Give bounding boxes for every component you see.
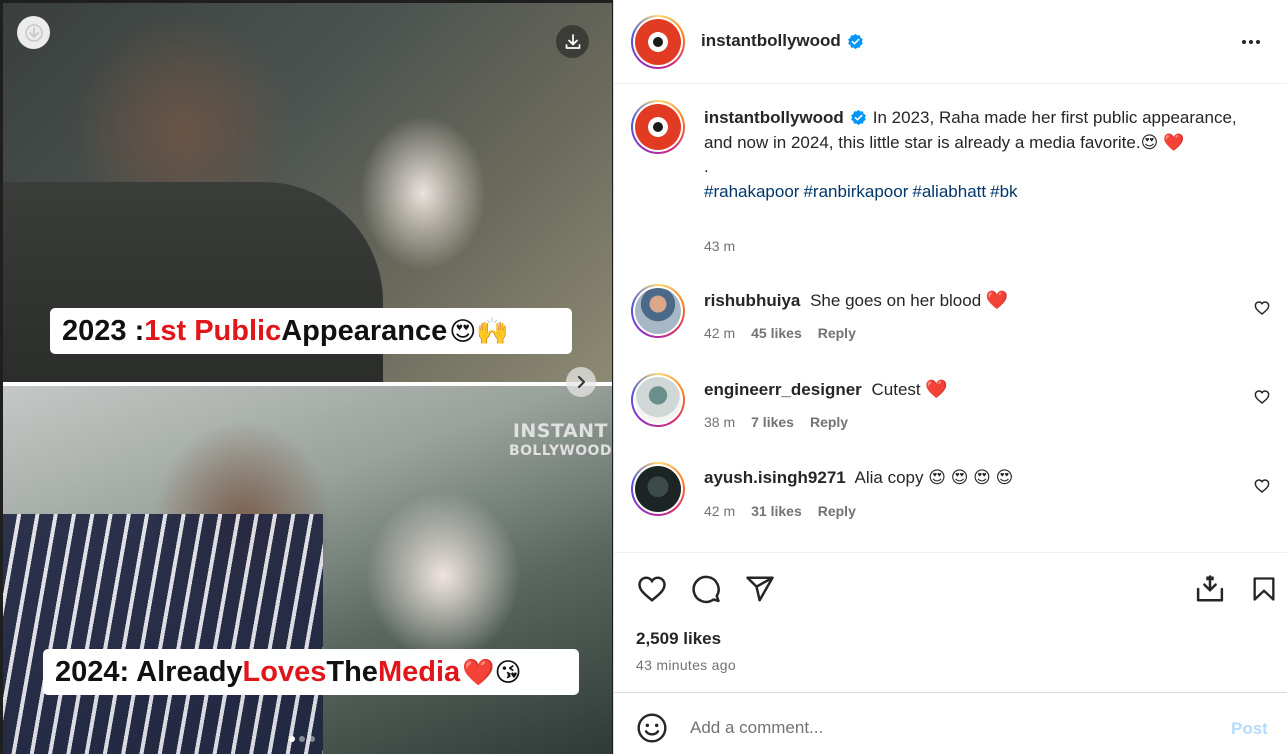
like-comment-heart-icon[interactable] <box>1254 300 1270 316</box>
comment-likes[interactable]: 45 likes <box>751 325 802 341</box>
caption-avatar[interactable] <box>631 100 685 154</box>
download-button[interactable] <box>556 25 589 58</box>
comment-item: rishubhuiya She goes on her blood ❤️ 42 … <box>614 284 1287 354</box>
verified-badge-icon <box>847 33 863 49</box>
comment-body: engineerr_designer Cutest ❤️ <box>704 379 948 400</box>
commenter-avatar[interactable] <box>631 462 685 516</box>
hashtag-link[interactable]: #ranbirkapoor <box>803 182 908 201</box>
heart-icon <box>638 576 666 602</box>
comment-emoji: 😍 😍 😍 😍 <box>928 468 1014 487</box>
username-link[interactable]: instantbollywood <box>701 31 841 51</box>
caption-emoji: ❤️😘 <box>462 656 522 687</box>
commenter-avatar[interactable] <box>631 373 685 427</box>
comment-username[interactable]: engineerr_designer <box>704 380 862 399</box>
hashtag-list: #rahakapoor #ranbirkapoor #aliabhatt #bk <box>704 180 1264 205</box>
logo-icon <box>651 120 665 134</box>
more-icon <box>1242 40 1246 44</box>
likes-count[interactable]: 2,509 likes <box>636 629 721 649</box>
carousel-dot <box>299 736 305 742</box>
comment-body: ayush.isingh9271 Alia copy 😍 😍 😍 😍 <box>704 468 1013 488</box>
comment-emoji: ❤️ <box>985 290 1009 310</box>
caption-emoji: 😍🙌 <box>449 315 509 346</box>
more-options-button[interactable] <box>1238 30 1264 54</box>
comment-item: ayush.isingh9271 Alia copy 😍 😍 😍 😍 42 m … <box>614 462 1287 532</box>
caption-year: 2024: Already <box>55 655 243 688</box>
like-comment-heart-icon[interactable] <box>1254 389 1270 405</box>
comment-emoji: ❤️ <box>925 379 948 399</box>
caption-text-block: instantbollywood In 2023, Raha made her … <box>704 106 1264 204</box>
comment-meta: 42 m 45 likes Reply <box>704 325 856 341</box>
hashtag-link[interactable]: #bk <box>990 182 1017 201</box>
caption-year: 2023 : <box>62 314 145 347</box>
comment-text: Alia copy <box>854 468 924 487</box>
hashtag-link[interactable]: #aliabhatt <box>912 182 986 201</box>
comment-text: She goes on her blood <box>810 291 982 310</box>
save-to-collection-button[interactable] <box>1194 573 1226 605</box>
save-icon <box>1196 575 1224 602</box>
emoji-picker-button[interactable] <box>636 712 668 744</box>
caption-username[interactable]: instantbollywood <box>704 108 844 127</box>
post-header: instantbollywood <box>614 0 1287 84</box>
caption-mid: The <box>326 655 378 688</box>
reply-button[interactable]: Reply <box>818 503 856 519</box>
watermark-line-1: INSTANT <box>512 420 609 442</box>
caption-highlight: Loves <box>242 655 327 688</box>
carousel-dot <box>289 736 295 742</box>
caption-timestamp[interactable]: 43 m <box>704 238 735 254</box>
comment-button[interactable] <box>690 573 722 605</box>
comment-username[interactable]: rishubhuiya <box>704 291 800 310</box>
watermark: INSTANT BOLLYWOOD <box>509 421 612 461</box>
reply-button[interactable]: Reply <box>818 325 856 341</box>
download-button-left[interactable] <box>17 16 50 49</box>
image-caption-2024: 2024: Already Loves The Media ❤️😘 <box>43 649 579 695</box>
comment-input[interactable] <box>690 715 1210 741</box>
chevron-right-icon <box>578 376 585 388</box>
hashtag-link[interactable]: #rahakapoor <box>704 182 799 201</box>
carousel-dot <box>309 736 315 742</box>
share-button[interactable] <box>744 573 776 605</box>
post-actions: 2,509 likes 43 minutes ago <box>614 552 1287 692</box>
image-caption-2023: 2023 : 1st Public Appearance 😍🙌 <box>50 308 572 354</box>
carousel-indicator <box>289 736 315 742</box>
caption-highlight-2: Media <box>377 655 461 688</box>
commenter-avatar[interactable] <box>631 284 685 338</box>
comment-body: rishubhuiya She goes on her blood ❤️ <box>704 290 1008 311</box>
bookmark-icon <box>1253 577 1275 601</box>
post-media: 2023 : 1st Public Appearance 😍🙌 2024: Al… <box>0 0 613 754</box>
download-icon <box>24 23 43 42</box>
comment-time[interactable]: 38 m <box>704 414 735 430</box>
comment-username[interactable]: ayush.isingh9271 <box>704 468 846 487</box>
next-image-button[interactable] <box>566 367 596 397</box>
caption-highlight: 1st Public <box>144 314 282 347</box>
comment-time[interactable]: 42 m <box>704 325 735 341</box>
verified-badge-icon <box>850 109 866 125</box>
comment-text: Cutest <box>871 380 921 399</box>
share-icon <box>746 576 774 602</box>
comment-likes[interactable]: 31 likes <box>751 503 802 519</box>
post-details-panel: instantbollywood instantbollywood In 202… <box>613 0 1287 754</box>
comment-meta: 42 m 31 likes Reply <box>704 503 856 519</box>
comment-icon <box>692 575 720 604</box>
comment-meta: 38 m 7 likes Reply <box>704 414 848 430</box>
profile-avatar[interactable] <box>631 15 685 69</box>
comment-likes[interactable]: 7 likes <box>751 414 794 430</box>
comment-time[interactable]: 42 m <box>704 503 735 519</box>
download-icon <box>565 33 580 49</box>
comment-item: engineerr_designer Cutest ❤️ 38 m 7 like… <box>614 373 1287 443</box>
like-comment-heart-icon[interactable] <box>1254 478 1270 494</box>
watermark-line-2: BOLLYWOOD <box>509 443 612 459</box>
caption-rest: Appearance <box>281 314 448 347</box>
bookmark-button[interactable] <box>1248 573 1280 605</box>
add-comment-bar: Post <box>614 692 1287 754</box>
post-comment-button[interactable]: Post <box>1231 719 1268 739</box>
like-button[interactable] <box>636 573 668 605</box>
header-username-row: instantbollywood <box>701 31 864 51</box>
emoji-icon <box>637 713 667 743</box>
reply-button[interactable]: Reply <box>810 414 848 430</box>
caption-separator: . <box>704 157 709 176</box>
photo-subject-bottom <box>3 514 323 754</box>
logo-icon <box>651 35 665 49</box>
post-timestamp[interactable]: 43 minutes ago <box>636 657 736 673</box>
carousel-image[interactable]: 2023 : 1st Public Appearance 😍🙌 2024: Al… <box>3 3 612 754</box>
